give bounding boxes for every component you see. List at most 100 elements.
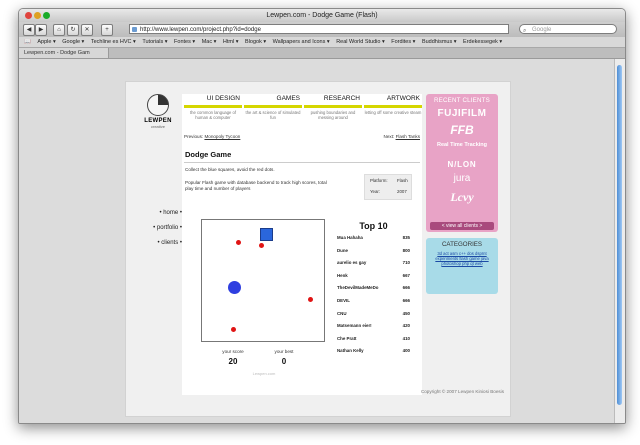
menu-description: letting off some creative steam — [364, 110, 422, 115]
red-dot — [308, 297, 313, 302]
zoom-window-button[interactable] — [43, 12, 50, 19]
project-instructions: Collect the blue squares, avoid the red … — [185, 167, 275, 172]
search-field[interactable]: ⌕ Google — [519, 24, 617, 34]
reload-button[interactable]: ↻ — [67, 24, 79, 36]
menu-ui-design[interactable]: UI DESIGN the common language of human &… — [184, 94, 242, 128]
project-title: Dodge Game — [185, 150, 232, 159]
top-10-title: Top 10 — [359, 221, 388, 231]
address-bar[interactable]: http://www.lewpen.com/project.php?id=dod… — [129, 24, 509, 34]
year-label: Year: — [370, 189, 381, 194]
player-score: 666 — [402, 285, 410, 291]
home-icon: ⌂ — [57, 27, 61, 33]
tab-bar: Lewpen.com - Dodge Gam — [19, 48, 625, 59]
page-viewport: LEWPEN creative • home • • portfolio • •… — [19, 59, 615, 423]
client-logo-real-time-tracking[interactable]: Real Time Tracking — [426, 142, 498, 148]
score-row: Henk 667 — [337, 273, 410, 286]
menu-games[interactable]: GAMES the art & science of simulated fun — [244, 94, 302, 128]
client-logo-jura[interactable]: jura — [426, 173, 498, 184]
recent-clients-panel: RECENT CLIENTS FUJIFILM FFB Real Time Tr… — [426, 94, 498, 232]
scrollbar-thumb[interactable] — [617, 65, 622, 405]
bookmark-item[interactable]: Blogok ▾ — [245, 39, 266, 45]
browser-tab[interactable]: Lewpen.com - Dodge Gam — [19, 48, 109, 58]
forward-button[interactable]: ▶ — [35, 24, 47, 36]
add-bookmark-button[interactable]: + — [101, 24, 113, 36]
player-name: Che Pratt — [337, 335, 357, 341]
menu-artwork[interactable]: ARTWORK letting off some creative steam — [364, 94, 422, 128]
client-logo-levy[interactable]: Lcvy — [426, 190, 498, 205]
bookmarks-book-icon[interactable]: 📖 — [24, 39, 31, 45]
bookmark-item[interactable]: Mac ▾ — [202, 39, 217, 45]
nav-portfolio-link[interactable]: • portfolio • — [136, 225, 182, 231]
bookmark-item[interactable]: Buddhismus ▾ — [422, 39, 457, 45]
nav-clients-link[interactable]: • clients • — [136, 240, 182, 246]
left-nav: • home • • portfolio • • clients • — [136, 210, 182, 255]
window-title: Lewpen.com - Dodge Game (Flash) — [266, 12, 378, 19]
reload-icon: ↻ — [70, 27, 76, 33]
score-row: Nathan Kelly 400 — [337, 348, 410, 361]
vertical-scrollbar[interactable] — [614, 59, 625, 423]
bookmark-item[interactable]: Wallpapers and Icons ▾ — [273, 39, 330, 45]
blue-square-target — [260, 228, 273, 241]
year-row: Year: 2007 — [365, 189, 411, 197]
nav-home-link[interactable]: • home • — [136, 210, 182, 216]
stop-icon: ✕ — [84, 27, 90, 33]
client-logo-nylon[interactable]: N/LON — [426, 160, 498, 169]
menu-title: UI DESIGN — [184, 94, 242, 108]
bookmark-item[interactable]: Google ▾ — [62, 39, 84, 45]
bookmark-item[interactable]: Fordites ▾ — [391, 39, 415, 45]
plus-icon: + — [105, 27, 109, 33]
categories-panel: CATEGORIES 3d act asm c++ dos dsprnt exp… — [426, 238, 498, 294]
view-all-clients-link[interactable]: < view all clients > — [430, 222, 494, 230]
bookmark-item[interactable]: Erdekessegek ▾ — [463, 39, 502, 45]
back-button[interactable]: ◀ — [23, 24, 35, 36]
score-row: CNU 450 — [337, 311, 410, 324]
player-name: TheDevilMadeMeDo — [337, 285, 379, 291]
menu-research[interactable]: RESEARCH pushing boundaries and messing … — [304, 94, 362, 128]
bookmark-item[interactable]: Real World Studio ▾ — [336, 39, 385, 45]
year-value: 2007 — [397, 189, 407, 194]
stop-button[interactable]: ✕ — [81, 24, 93, 36]
menu-title: ARTWORK — [364, 94, 422, 108]
player-name: CNU — [337, 310, 347, 316]
site-logo[interactable]: LEWPEN creative — [140, 94, 176, 129]
your-score-label: your score — [222, 349, 244, 354]
bookmark-item[interactable]: Fontes ▾ — [174, 39, 195, 45]
divider — [184, 162, 420, 163]
bookmarks-bar: 📖 Apple ▾ Google ▾ Techline es HVC ▾ Tut… — [19, 37, 625, 48]
player-name: DEVIL — [337, 297, 350, 303]
player-name: Matsemann eier! — [337, 323, 372, 329]
forward-arrow-icon: ▶ — [38, 27, 44, 33]
menu-description: the common language of human & computer — [189, 110, 237, 120]
red-dot — [236, 240, 241, 245]
player-score: 410 — [402, 335, 410, 341]
next-project-link[interactable]: Flash Tanks — [396, 134, 420, 139]
menu-description: pushing boundaries and messing around — [310, 110, 356, 120]
categories-title: CATEGORIES — [441, 241, 483, 248]
copyright-text: Copyright © 2007 Lewpen Kiniosi Boesis — [420, 389, 504, 394]
title-bar: Lewpen.com - Dodge Game (Flash) — [19, 9, 625, 22]
menu-title: RESEARCH — [304, 94, 362, 108]
project-description: Popular Flash game with database backend… — [185, 180, 327, 191]
player-score: 450 — [402, 310, 410, 316]
bookmark-item[interactable]: Techline es HVC ▾ — [91, 39, 136, 45]
project-pager: Previous: Monopoly Tycoon Next: Flash Ta… — [184, 134, 420, 139]
red-dot — [259, 243, 264, 248]
category-tags[interactable]: 3d act asm c++ dos dsprnt experiments fl… — [426, 248, 498, 269]
previous-project-link[interactable]: Monopoly Tycoon — [204, 134, 240, 139]
your-best-value: 0 — [281, 357, 287, 366]
player-score: 667 — [402, 272, 410, 278]
back-arrow-icon: ◀ — [26, 27, 32, 33]
home-button[interactable]: ⌂ — [53, 24, 65, 36]
player-score: 420 — [402, 323, 410, 329]
dodge-game-canvas[interactable] — [201, 219, 325, 342]
bookmark-item[interactable]: Apple ▾ — [37, 39, 55, 45]
minimize-window-button[interactable] — [34, 12, 41, 19]
client-logo-ffb[interactable]: FFB — [426, 123, 498, 137]
player-score: 710 — [402, 260, 410, 266]
site-page: LEWPEN creative • home • • portfolio • •… — [125, 81, 511, 417]
bookmark-item[interactable]: Tutorials ▾ — [142, 39, 167, 45]
close-window-button[interactable] — [25, 12, 32, 19]
logo-mark-icon — [147, 94, 169, 116]
client-logo-fujifilm[interactable]: FUJIFILM — [426, 108, 498, 119]
bookmark-item[interactable]: Html ▾ — [223, 39, 239, 45]
